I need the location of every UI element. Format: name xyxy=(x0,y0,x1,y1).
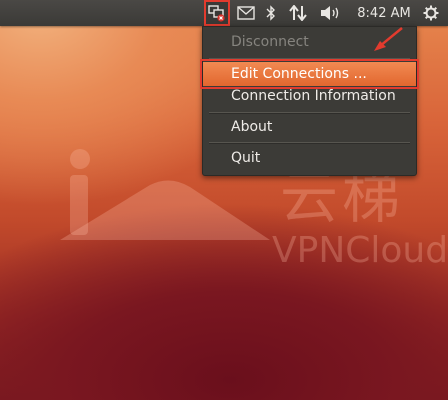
menu-separator xyxy=(209,142,410,144)
menu-item-edit-connections[interactable]: Edit Connections ... xyxy=(200,59,419,89)
session-menu-button[interactable] xyxy=(420,0,442,26)
transfer-arrows-icon xyxy=(289,5,307,21)
menu-separator xyxy=(209,58,410,60)
clock[interactable]: 8:42 AM xyxy=(354,0,414,26)
network-activity-indicator[interactable] xyxy=(287,0,309,26)
bluetooth-indicator[interactable] xyxy=(263,0,279,26)
network-disconnected-icon xyxy=(208,5,225,22)
annotation-arrow-icon xyxy=(374,27,403,51)
menu-item-quit[interactable]: Quit xyxy=(203,146,416,170)
network-indicator-button[interactable] xyxy=(204,0,230,26)
gear-icon xyxy=(423,5,439,21)
menu-separator xyxy=(209,112,410,114)
volume-indicator[interactable] xyxy=(318,0,344,26)
watermark-english-text: VPNCloud xyxy=(272,230,448,271)
volume-icon xyxy=(321,6,339,20)
bluetooth-icon xyxy=(266,5,275,21)
menu-item-connection-information[interactable]: Connection Information xyxy=(203,84,416,108)
menu-item-about[interactable]: About xyxy=(203,115,416,139)
mail-icon xyxy=(237,6,255,20)
top-panel: 8:42 AM xyxy=(0,0,448,26)
mail-indicator[interactable] xyxy=(235,0,257,26)
